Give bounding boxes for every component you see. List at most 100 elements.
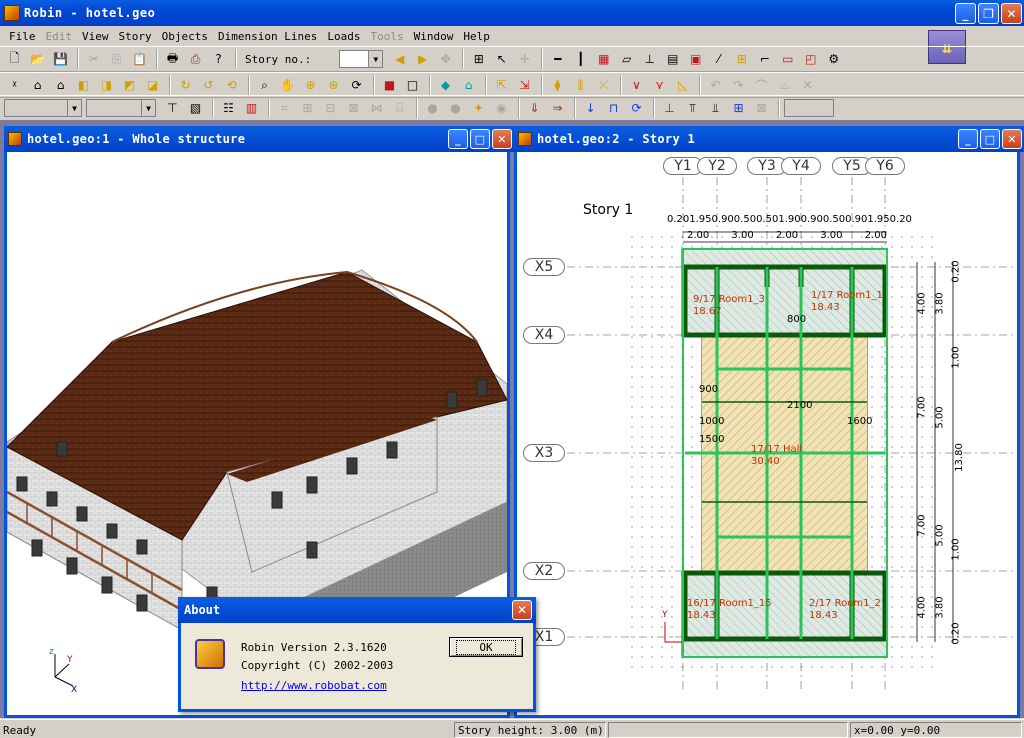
force-right-icon[interactable]: ⇒ (547, 98, 568, 119)
load-combination-icon[interactable]: ⫫ (705, 98, 726, 119)
pointer-icon[interactable]: ↖ (491, 49, 512, 70)
break-icon[interactable]: ◺ (672, 75, 693, 96)
truss-icon[interactable]: ⋈ (366, 98, 387, 119)
load-display-icon[interactable]: ⊞ (728, 98, 749, 119)
trim-icon[interactable]: ∨ (626, 75, 647, 96)
door-icon[interactable]: ⌐ (754, 49, 775, 70)
restore-button[interactable]: ❐ (978, 3, 999, 24)
house-view-icon[interactable]: ⌂ (458, 75, 479, 96)
copy-icon[interactable]: ⎘ (106, 49, 127, 70)
distributed-load-icon[interactable]: ⊓ (603, 98, 624, 119)
menu-tools[interactable]: Tools (365, 30, 408, 43)
story-plan-window[interactable]: hotel.geo:2 - Story 1 _ □ ✕ Story 1 Y1 Y… (514, 126, 1024, 718)
snap-icon[interactable]: ✛ (514, 49, 535, 70)
menu-window[interactable]: Window (409, 30, 459, 43)
app-title-bar[interactable]: Robin - hotel.geo _ ❐ ✕ (0, 0, 1024, 26)
load-table-icon[interactable]: ⫪ (682, 98, 703, 119)
story-plan-canvas[interactable]: Story 1 Y1 Y2 Y3 Y4 Y5 Y6 X5 X4 X3 X2 X1 (517, 152, 1017, 715)
about-dialog[interactable]: About ✕ Robin Version 2.3.1620 Copyright… (178, 597, 536, 712)
help-icon[interactable]: ? (208, 49, 229, 70)
redo-icon[interactable]: ↷ (728, 75, 749, 96)
menu-help[interactable]: Help (458, 30, 495, 43)
new-file-icon[interactable]: 🗋 (4, 49, 25, 70)
room-label[interactable]: 16/17 Room1_15 18.43 (687, 598, 772, 622)
open-folder-icon[interactable]: 📂 (27, 49, 48, 70)
panel-icon[interactable]: ◰ (800, 49, 821, 70)
view-3d-icon[interactable]: ⌂ (50, 75, 71, 96)
room-icon[interactable]: ▭ (777, 49, 798, 70)
grid-select-icon[interactable]: ⊞ (468, 49, 489, 70)
about-website-link[interactable]: http://www.robobat.com (241, 679, 387, 692)
zoom-window-icon[interactable]: ⌕ (254, 75, 275, 96)
beam-icon[interactable]: ━ (547, 49, 568, 70)
moment-icon[interactable]: ⟳ (626, 98, 647, 119)
support-icon[interactable]: ● (445, 98, 466, 119)
child-minimize-button[interactable]: _ (958, 129, 978, 149)
room-label[interactable]: 1/17 Room1_1 18.43 (811, 290, 883, 314)
menu-story[interactable]: Story (114, 30, 157, 43)
wall-icon[interactable]: ▦ (593, 49, 614, 70)
pan-icon[interactable]: ✋ (277, 75, 298, 96)
layer-select[interactable]: ▼ (4, 99, 82, 117)
room-label[interactable]: 9/17 Room1_3 18.67 (693, 294, 765, 318)
node-icon[interactable]: ● (422, 98, 443, 119)
stairs-icon[interactable]: ▤ (662, 49, 683, 70)
axis-y-icon[interactable]: ⌂ (27, 75, 48, 96)
align-icon[interactable]: ⫼ (570, 75, 591, 96)
extend-icon[interactable]: ⋎ (649, 75, 670, 96)
child-minimize-button[interactable]: _ (448, 129, 468, 149)
arc-icon[interactable]: ⌒ (751, 75, 772, 96)
rotate-z-icon[interactable]: ⟲ (221, 75, 242, 96)
structure-3d-title-bar[interactable]: hotel.geo:1 - Whole structure _ □ ✕ (4, 126, 516, 152)
close-button[interactable]: ✕ (1001, 3, 1022, 24)
solid-view-icon[interactable]: ■ (379, 75, 400, 96)
previous-story-icon[interactable]: ◀ (389, 49, 410, 70)
menu-dimension-lines[interactable]: Dimension Lines (213, 30, 322, 43)
story-number-select[interactable]: ▼ (339, 50, 384, 68)
view-front-icon[interactable]: ◧ (73, 75, 94, 96)
wireframe-icon[interactable]: □ (402, 75, 423, 96)
child-close-button[interactable]: ✕ (492, 129, 512, 149)
text-height-icon[interactable]: ⊤ (162, 98, 183, 119)
next-story-icon[interactable]: ▶ (412, 49, 433, 70)
room-label[interactable]: 2/17 Room1_2 18.43 (809, 598, 881, 622)
about-dialog-title-bar[interactable]: About ✕ (178, 597, 536, 623)
properties-icon[interactable]: ⚙ (823, 49, 844, 70)
child-maximize-button[interactable]: □ (980, 129, 1000, 149)
line-icon[interactable]: ⁄ (708, 49, 729, 70)
wall-grid-icon[interactable]: ⊠ (343, 98, 364, 119)
minimize-button[interactable]: _ (955, 3, 976, 24)
slab-icon[interactable]: ▱ (616, 49, 637, 70)
child-close-button[interactable]: ✕ (1002, 129, 1022, 149)
view-back-icon[interactable]: ◨ (96, 75, 117, 96)
load-area-icon[interactable]: ◉ (491, 98, 512, 119)
linear-load-icon[interactable]: ↓ (580, 98, 601, 119)
about-ok-button[interactable]: OK (449, 637, 523, 657)
column-icon[interactable]: ┃ (570, 49, 591, 70)
object-list-icon[interactable]: ☷ (218, 98, 239, 119)
menu-file[interactable]: File (4, 30, 41, 43)
story-plan-title-bar[interactable]: hotel.geo:2 - Story 1 _ □ ✕ (514, 126, 1024, 152)
print-preview-icon[interactable]: ⎙ (185, 49, 206, 70)
iso-view-icon[interactable]: ◆ (435, 75, 456, 96)
axis-x-icon[interactable]: ᵡ (4, 75, 25, 96)
force-down-icon[interactable]: ⇓ (524, 98, 545, 119)
load-value-field[interactable] (784, 99, 834, 117)
cut-icon[interactable]: ✂ (83, 49, 104, 70)
about-close-button[interactable]: ✕ (512, 600, 532, 620)
story-settings-icon[interactable]: ✥ (435, 49, 456, 70)
move-icon[interactable]: ⇱ (491, 75, 512, 96)
material-select[interactable]: ▼ (86, 99, 156, 117)
zoom-all-icon[interactable]: ⊛ (323, 75, 344, 96)
view-right-icon[interactable]: ◪ (142, 75, 163, 96)
delete-object-icon[interactable]: ⤫ (593, 75, 614, 96)
foundation-icon[interactable]: ⊥ (639, 49, 660, 70)
child-maximize-button[interactable]: □ (470, 129, 490, 149)
beam-grid-icon[interactable]: ⊟ (320, 98, 341, 119)
room-label[interactable]: 17/17 Hall 30.40 (751, 444, 802, 468)
view-left-icon[interactable]: ◩ (119, 75, 140, 96)
save-icon[interactable]: 💾 (50, 49, 71, 70)
load-case-icon[interactable]: ⊥ (659, 98, 680, 119)
menu-view[interactable]: View (77, 30, 114, 43)
mirror-icon[interactable]: ⧫ (547, 75, 568, 96)
